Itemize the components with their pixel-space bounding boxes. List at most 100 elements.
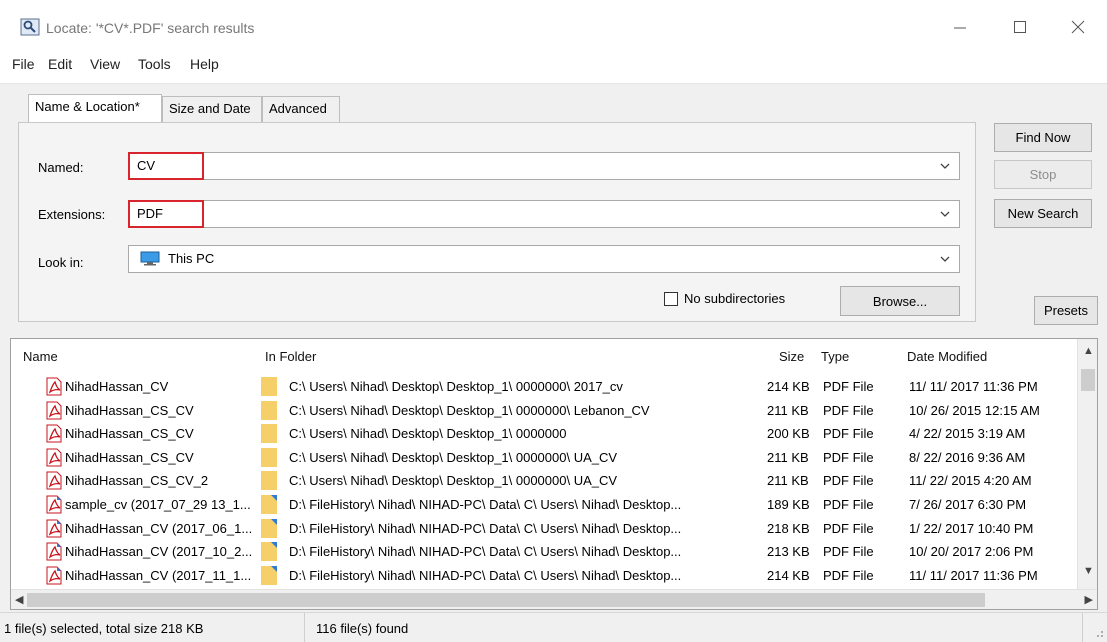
pdf-icon: [46, 424, 62, 443]
folder-icon: [261, 495, 277, 514]
results-list: Name In Folder Size Type Date Modified N…: [10, 338, 1098, 610]
chevron-down-icon[interactable]: [939, 159, 951, 173]
status-selection: 1 file(s) selected, total size 218 KB: [4, 621, 204, 636]
table-row[interactable]: NihadHassan_CV (2017_11_1... D:\ FileHist…: [11, 564, 1077, 587]
column-header-name[interactable]: Name: [23, 349, 58, 364]
stop-button[interactable]: Stop: [994, 160, 1092, 189]
named-input[interactable]: CV: [128, 152, 204, 180]
result-size: 211 KB: [767, 402, 809, 418]
menu-file[interactable]: File: [12, 56, 35, 72]
column-header-folder[interactable]: In Folder: [265, 349, 316, 364]
folder-icon: [261, 424, 277, 444]
extensions-label: Extensions:: [38, 207, 106, 222]
column-header-date[interactable]: Date Modified: [907, 349, 987, 364]
browse-button[interactable]: Browse...: [840, 286, 960, 316]
table-row[interactable]: sample_cv (2017_07_29 13_1... D:\ FileHis…: [11, 493, 1077, 516]
result-folder: C:\ Users\ Nihad\ Desktop\ Desktop_1\ 00…: [289, 379, 623, 394]
folder-icon: [261, 542, 277, 562]
result-name: NihadHassan_CS_CV: [65, 449, 194, 465]
result-name: sample_cv (2017_07_29 13_1...: [65, 497, 251, 512]
vertical-scrollbar[interactable]: ▲ ▼: [1077, 339, 1097, 589]
new-search-button[interactable]: New Search: [994, 199, 1092, 228]
menu-help[interactable]: Help: [190, 56, 219, 72]
result-name: NihadHassan_CS_CV: [65, 402, 194, 418]
result-type: PDF File: [823, 520, 874, 536]
no-subdirectories-checkbox[interactable]: [664, 292, 678, 306]
menu-tools[interactable]: Tools: [138, 56, 171, 72]
result-name: NihadHassan_CV (2017_10_2...: [65, 544, 253, 560]
chevron-down-icon[interactable]: [939, 207, 951, 221]
pdf-icon: [46, 448, 62, 467]
scroll-left-icon[interactable]: ◀: [15, 593, 23, 606]
lookin-label: Look in:: [38, 255, 84, 270]
chevron-down-icon[interactable]: [939, 252, 951, 266]
result-folder: D:\ FileHistory\ Nihad\ NIHAD-PC\ Data\ …: [289, 544, 682, 560]
horizontal-scrollbar[interactable]: ◀ ▶: [11, 589, 1097, 609]
resize-grip-icon[interactable]: [1092, 626, 1104, 638]
close-button[interactable]: [1058, 14, 1098, 40]
folder-icon: [261, 447, 277, 467]
minimize-button[interactable]: [940, 14, 980, 40]
table-row[interactable]: NihadHassan_CV (2017_10_2... D:\ FileHist…: [11, 540, 1077, 563]
table-row[interactable]: NihadHassan_CV C:\ Users\ Nihad\ Desktop\…: [11, 375, 1077, 398]
pdf-history-icon: [46, 495, 62, 514]
result-folder: D:\ FileHistory\ Nihad\ NIHAD-PC\ Data\ …: [289, 567, 682, 583]
presets-button[interactable]: Presets: [1034, 296, 1098, 325]
result-date: 11/ 11/ 2017 11:36 PM: [909, 379, 1038, 394]
result-date: 11/ 22/ 2015 4:20 AM: [909, 473, 1032, 489]
table-row[interactable]: NihadHassan_CV (2017_06_1... D:\ FileHist…: [11, 517, 1077, 540]
find-now-button[interactable]: Find Now: [994, 123, 1092, 152]
column-header-size[interactable]: Size: [779, 349, 804, 364]
table-row[interactable]: NihadHassan_CS_CV C:\ Users\ Nihad\ Deskt…: [11, 422, 1077, 445]
result-name: NihadHassan_CS_CV_2: [65, 473, 209, 489]
tab-advanced[interactable]: Advanced: [262, 96, 340, 122]
folder-icon: [261, 400, 277, 420]
result-folder: C:\ Users\ Nihad\ Desktop\ Desktop_1\ 00…: [289, 426, 567, 442]
lookin-value: This PC: [168, 251, 215, 266]
result-size: 213 KB: [767, 544, 810, 560]
result-size: 200 KB: [767, 426, 810, 442]
lookin-combo[interactable]: This PC: [128, 245, 960, 273]
folder-icon: [261, 518, 277, 538]
pdf-icon: [46, 401, 62, 420]
scroll-right-icon[interactable]: ▶: [1085, 593, 1093, 606]
maximize-button[interactable]: [1000, 14, 1040, 40]
result-folder: D:\ FileHistory\ Nihad\ NIHAD-PC\ Data\ …: [289, 520, 682, 536]
table-row[interactable]: NihadHassan_CS_CV C:\ Users\ Nihad\ Deskt…: [11, 399, 1077, 422]
result-size: 218 KB: [767, 520, 810, 536]
named-label: Named:: [38, 160, 84, 175]
menu-view[interactable]: View: [90, 56, 120, 72]
close-icon: [1071, 20, 1085, 34]
result-date: 10/ 20/ 2017 2:06 PM: [909, 544, 1034, 560]
scroll-down-icon[interactable]: ▼: [1083, 565, 1094, 577]
lookin-value-wrap: This PC: [133, 246, 221, 272]
table-row[interactable]: NihadHassan_CS_CV_2 C:\ Users\ Nihad\ Des…: [11, 469, 1077, 492]
named-combo[interactable]: CV: [128, 152, 960, 180]
pdf-history-icon: [46, 566, 62, 585]
result-type: PDF File: [823, 379, 874, 394]
vertical-scroll-thumb[interactable]: [1081, 369, 1095, 391]
extensions-input[interactable]: PDF: [128, 200, 204, 228]
no-subdirectories-label[interactable]: No subdirectories: [684, 291, 785, 306]
tab-name-location[interactable]: Name & Location*: [28, 94, 162, 122]
folder-icon: [261, 565, 277, 585]
extensions-combo[interactable]: PDF: [128, 200, 960, 228]
result-type: PDF File: [823, 449, 874, 465]
pdf-history-icon: [46, 519, 62, 538]
menu-edit[interactable]: Edit: [48, 56, 72, 72]
status-divider: [1082, 613, 1083, 642]
menu-bar: File Edit View Tools Help: [0, 46, 1107, 84]
result-name: NihadHassan_CV (2017_11_1...: [65, 567, 252, 583]
horizontal-scroll-thumb[interactable]: [27, 593, 985, 607]
column-header-type[interactable]: Type: [821, 349, 849, 364]
result-date: 7/ 26/ 2017 6:30 PM: [909, 497, 1027, 512]
window-title: Locate: '*CV*.PDF' search results: [46, 20, 255, 36]
table-row[interactable]: NihadHassan_CS_CV C:\ Users\ Nihad\ Deskt…: [11, 446, 1077, 469]
folder-icon: [261, 471, 277, 491]
tab-size-date[interactable]: Size and Date: [162, 96, 262, 122]
result-name: NihadHassan_CV: [65, 379, 169, 394]
result-date: 4/ 22/ 2015 3:19 AM: [909, 426, 1026, 442]
this-pc-icon: [140, 251, 160, 266]
result-type: PDF File: [823, 426, 874, 442]
scroll-up-icon[interactable]: ▲: [1083, 345, 1094, 357]
